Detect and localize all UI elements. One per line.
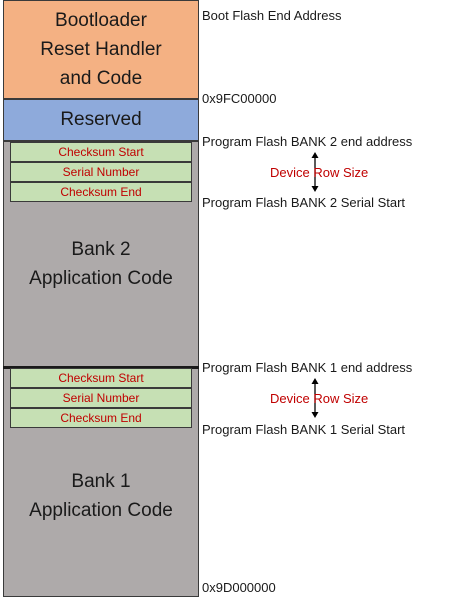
bank2-checksum-end: Checksum End: [10, 182, 192, 202]
bank1-start-address: 0x9D000000: [202, 580, 276, 595]
reserved-start-address: 0x9FC00000: [202, 91, 277, 106]
boot-label-line-1: Bootloader: [55, 10, 147, 31]
bank2-label-line-2: Application Code: [29, 268, 173, 289]
bank1-end-address-label: Program Flash BANK 1 end address: [202, 360, 413, 375]
bank1-checksum-start: Checksum Start: [10, 368, 192, 388]
bank2-checksum-start: Checksum Start: [10, 142, 192, 162]
bank1-checksum-end: Checksum End: [10, 408, 192, 428]
bank2-label-line-1: Bank 2: [71, 239, 131, 260]
reserved-region: Reserved: [3, 99, 199, 141]
bank1-serial-start-label: Program Flash BANK 1 Serial Start: [202, 422, 406, 437]
reserved-label: Reserved: [60, 109, 142, 130]
bank2-end-address-label: Program Flash BANK 2 end address: [202, 134, 413, 149]
bootloader-region: Bootloader Reset Handler and Code: [3, 0, 199, 99]
boot-label-line-2: Reset Handler: [40, 39, 162, 60]
boot-flash-end-label: Boot Flash End Address: [202, 8, 342, 23]
bank2-row-size-label: Device Row Size: [270, 165, 369, 180]
boot-label-line-3: and Code: [59, 68, 143, 89]
bank1-label-line-2: Application Code: [29, 500, 173, 521]
bank1-serial-number: Serial Number: [10, 388, 192, 408]
bank2-label: Bank 2 Application Code: [4, 235, 198, 293]
bank1-row-size-label: Device Row Size: [270, 391, 369, 406]
bank1-label-line-1: Bank 1: [71, 471, 131, 492]
bank2-serial-number: Serial Number: [10, 162, 192, 182]
bank1-label: Bank 1 Application Code: [4, 467, 198, 525]
bank2-serial-start-label: Program Flash BANK 2 Serial Start: [202, 195, 406, 210]
